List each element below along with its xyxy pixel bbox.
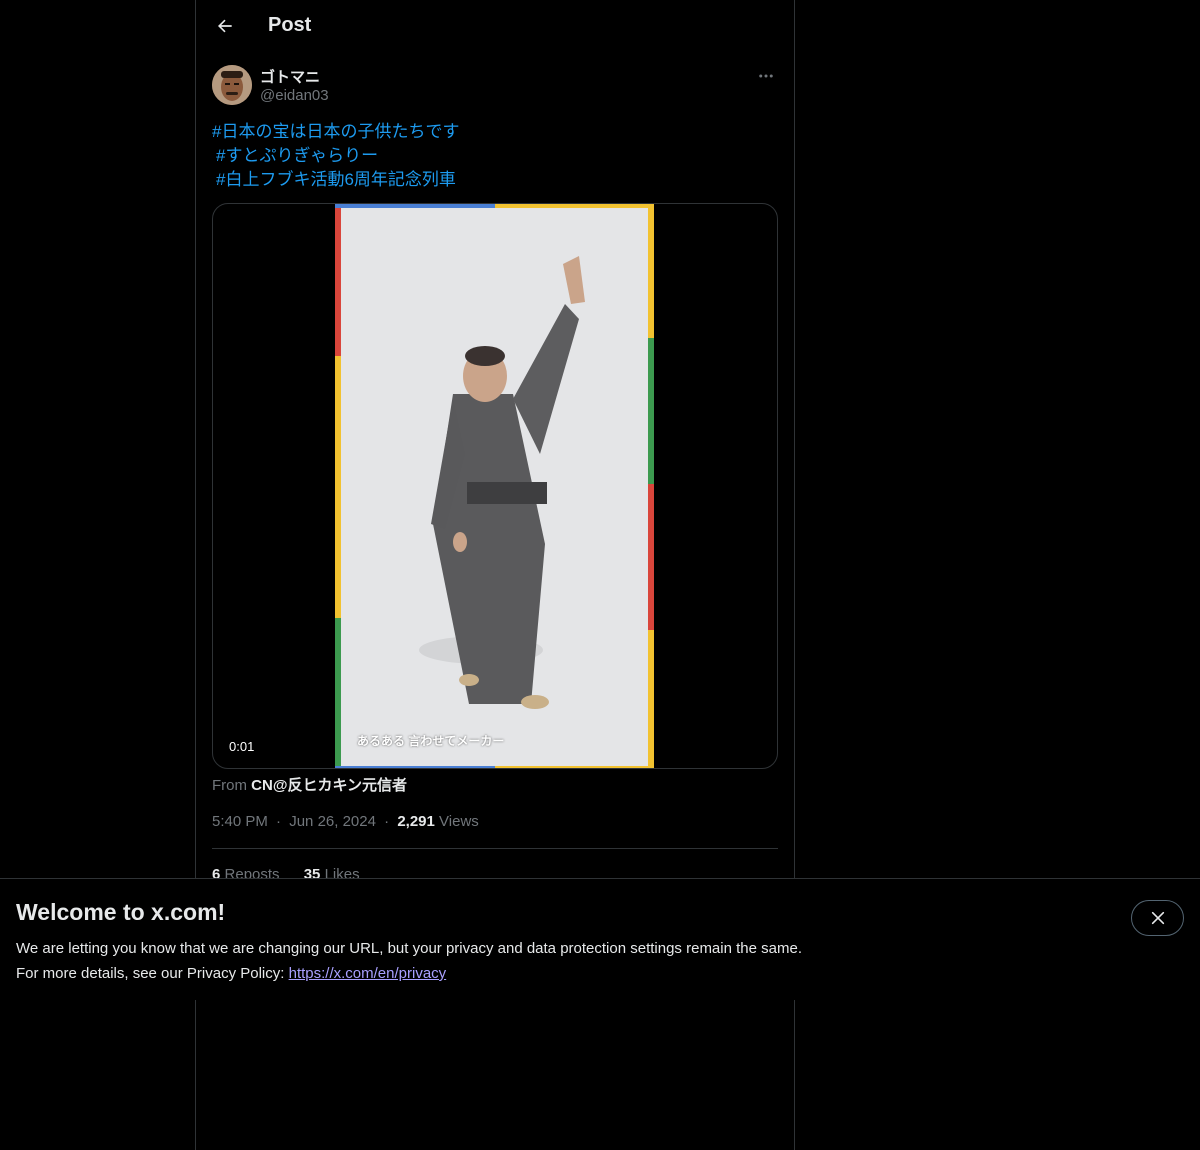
video-frame: あるある 言わせてメーカー (335, 204, 654, 768)
more-options-button[interactable] (754, 64, 778, 88)
post-text: #日本の宝は日本の子供たちです #すとぷりぎゃらりー #白上フブキ活動6周年記念… (212, 120, 778, 192)
avatar-image (212, 65, 252, 105)
post-date[interactable]: Jun 26, 2024 (289, 813, 376, 830)
video-still (335, 204, 654, 768)
hashtag-link[interactable]: #白上フブキ活動6周年記念列車 (212, 168, 778, 192)
post-time[interactable]: 5:40 PM (212, 813, 268, 830)
avatar[interactable] (212, 65, 252, 105)
back-button[interactable] (208, 9, 242, 43)
post-header: Post (196, 0, 794, 53)
separator: · (276, 813, 282, 830)
post-meta: 5:40 PM · Jun 26, 2024 · 2,291 Views (212, 813, 479, 830)
banner-line-2: For more details, see our Privacy Policy… (16, 961, 916, 986)
separator: · (384, 813, 390, 830)
close-banner-button[interactable] (1131, 900, 1184, 936)
views-label: Views (439, 813, 479, 830)
source-prefix: From (212, 777, 247, 794)
video-caption: あるある 言わせてメーカー (357, 734, 505, 748)
author-handle[interactable]: @eidan03 (260, 87, 329, 104)
hashtag-link[interactable]: #日本の宝は日本の子供たちです (212, 120, 778, 144)
source-account-link[interactable]: CN@反ヒカキン元信者 (251, 777, 407, 794)
video-timestamp: 0:01 (223, 737, 261, 756)
video-player[interactable]: あるある 言わせてメーカー 0:01 (212, 203, 778, 769)
banner-line-1: We are letting you know that we are chan… (16, 940, 802, 957)
url-change-banner: Welcome to x.com! We are letting you kno… (0, 878, 1200, 1000)
source-attribution: From CN@反ヒカキン元信者 (212, 774, 407, 795)
divider (212, 848, 778, 849)
more-horizontal-icon (759, 74, 773, 78)
page-title: Post (268, 14, 312, 36)
banner-line-2-prefix: For more details, see our Privacy Policy… (16, 965, 285, 982)
close-icon (1151, 911, 1164, 925)
arrow-left-icon (218, 19, 232, 33)
banner-text: We are letting you know that we are chan… (16, 936, 916, 986)
author-row: ゴトマニ @eidan03 (212, 64, 778, 108)
views-count: 2,291 (397, 813, 435, 830)
hashtag-link[interactable]: #すとぷりぎゃらりー (212, 144, 778, 168)
banner-title: Welcome to x.com! (16, 899, 226, 925)
author-display-name[interactable]: ゴトマニ (260, 66, 320, 87)
privacy-policy-link[interactable]: https://x.com/en/privacy (289, 965, 447, 982)
